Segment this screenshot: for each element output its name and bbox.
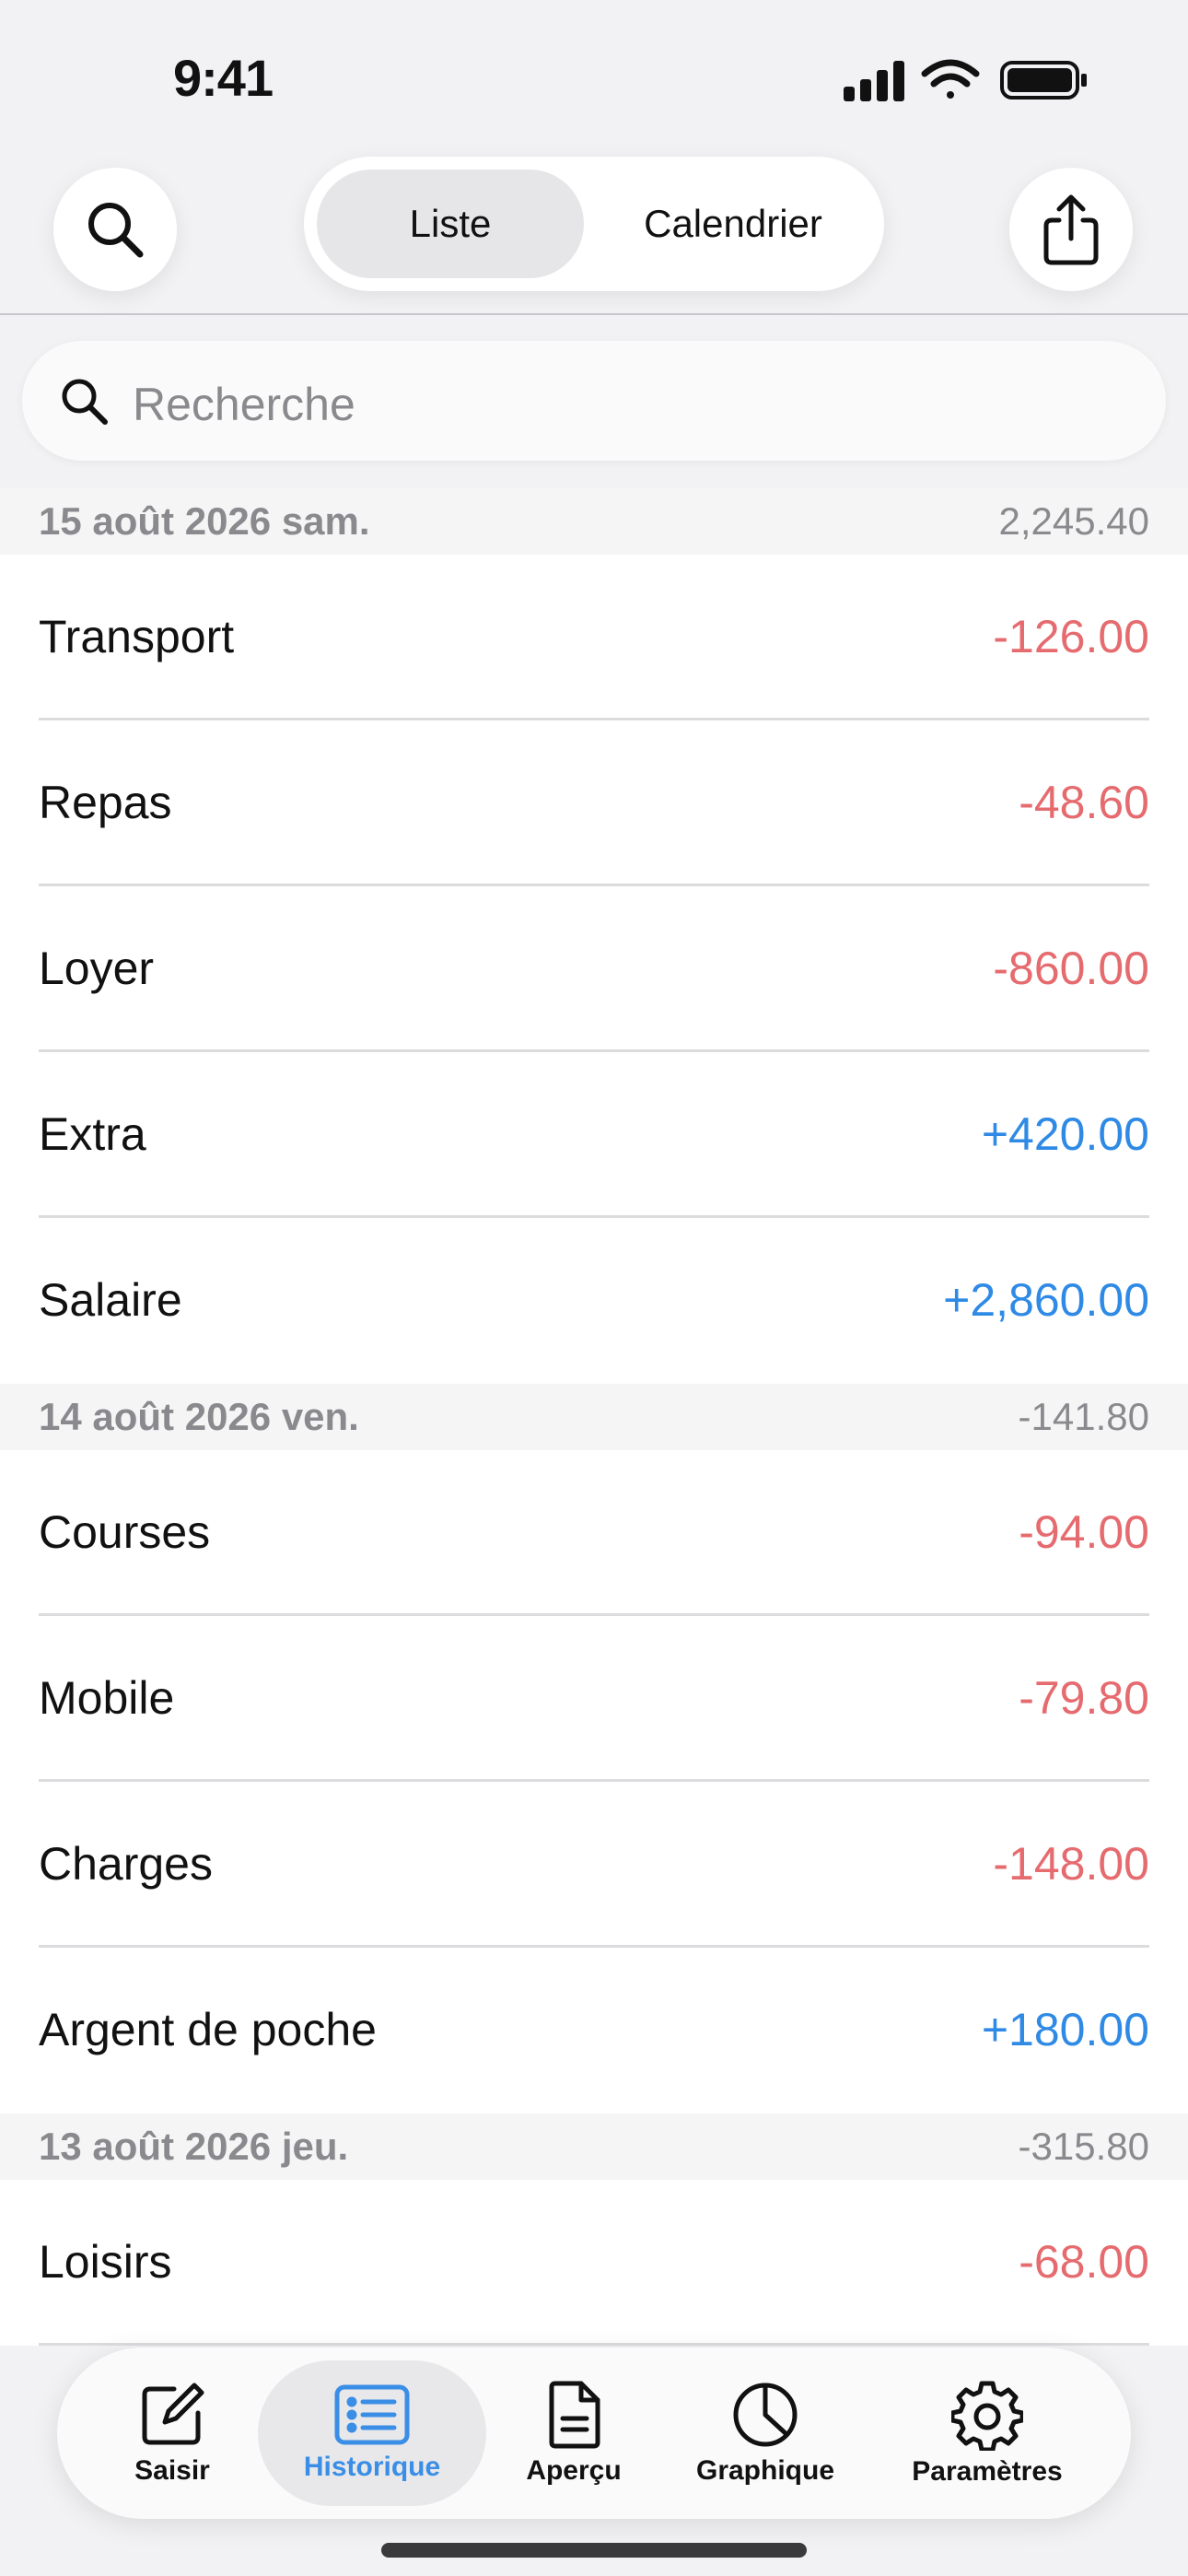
tab-apercu[interactable]: Aperçu	[495, 2360, 652, 2506]
tab-label: Aperçu	[526, 2455, 622, 2486]
section-header: 15 août 2026 sam. 2,245.40	[0, 488, 1188, 555]
tab-label: Paramètres	[912, 2456, 1063, 2487]
section-header: 13 août 2026 jeu. -315.80	[0, 2113, 1188, 2180]
search-icon	[62, 379, 108, 425]
list-item[interactable]: Repas -48.60	[0, 720, 1188, 886]
view-segmented-control: Liste Calendrier	[304, 157, 884, 291]
tab-saisir[interactable]: Saisir	[94, 2360, 250, 2506]
item-category: Extra	[39, 1108, 146, 1160]
item-category: Argent de poche	[39, 2004, 377, 2055]
share-icon	[1043, 194, 1099, 265]
list-item[interactable]: Charges -148.00	[0, 1782, 1188, 1948]
share-button[interactable]	[1009, 168, 1133, 291]
item-amount: -126.00	[993, 611, 1149, 662]
document-icon	[549, 2381, 600, 2449]
list-item[interactable]: Loisirs -68.00	[0, 2180, 1188, 2346]
section-date: 14 août 2026 ven.	[39, 1395, 359, 1438]
item-category: Transport	[39, 611, 235, 662]
search-placeholder: Recherche	[133, 379, 355, 430]
cellular-signal-icon	[844, 61, 904, 101]
item-amount: -94.00	[1019, 1506, 1149, 1558]
item-amount: -68.00	[1019, 2236, 1149, 2288]
item-amount: +420.00	[981, 1108, 1149, 1160]
item-amount: -148.00	[993, 1838, 1149, 1890]
item-amount: +180.00	[981, 2004, 1149, 2055]
transaction-list[interactable]: 15 août 2026 sam. 2,245.40 Transport -12…	[0, 488, 1188, 2346]
list-item[interactable]: Courses -94.00	[0, 1450, 1188, 1616]
status-time: 9:41	[173, 49, 274, 107]
section-total: -141.80	[1018, 1395, 1149, 1438]
item-amount: -48.60	[1019, 777, 1149, 828]
search-button[interactable]	[53, 168, 177, 291]
list-item[interactable]: Loyer -860.00	[0, 886, 1188, 1052]
list-item[interactable]: Mobile -79.80	[0, 1616, 1188, 1782]
segment-label: Liste	[409, 202, 492, 245]
list-item[interactable]: Salaire +2,860.00	[0, 1218, 1188, 1384]
status-bar: 9:41	[0, 0, 1188, 147]
section-date: 15 août 2026 sam.	[39, 499, 370, 543]
status-icons	[844, 59, 1087, 101]
compose-icon	[142, 2383, 204, 2445]
wifi-icon	[921, 59, 980, 99]
item-category: Courses	[39, 1506, 211, 1558]
tab-parametres[interactable]: Paramètres	[877, 2360, 1098, 2506]
list-item[interactable]: Argent de poche +180.00	[0, 1948, 1188, 2113]
tab-label: Graphique	[695, 2455, 834, 2486]
section-header: 14 août 2026 ven. -141.80	[0, 1384, 1188, 1450]
battery-icon	[1000, 61, 1087, 100]
pie-chart-icon	[733, 2383, 798, 2447]
item-category: Loyer	[39, 943, 155, 994]
segment-calendrier[interactable]: Calendrier	[595, 170, 871, 278]
tab-graphique[interactable]: Graphique	[669, 2360, 862, 2506]
item-amount: +2,860.00	[943, 1274, 1149, 1326]
list-item[interactable]: Transport -126.00	[0, 555, 1188, 720]
item-category: Repas	[39, 777, 172, 828]
segment-liste[interactable]: Liste	[317, 170, 584, 278]
section-total: -315.80	[1018, 2125, 1149, 2168]
home-indicator	[381, 2543, 807, 2558]
row-divider	[39, 2343, 1149, 2346]
section-date: 13 août 2026 jeu.	[39, 2125, 349, 2168]
item-amount: -860.00	[993, 943, 1149, 994]
gear-icon	[951, 2381, 1023, 2451]
item-category: Loisirs	[39, 2236, 172, 2288]
nav-bar: Liste Calendrier	[0, 147, 1188, 315]
tab-historique[interactable]: Historique	[258, 2360, 486, 2506]
list-icon	[334, 2384, 410, 2445]
item-category: Charges	[39, 1838, 213, 1890]
segment-label: Calendrier	[644, 202, 822, 245]
tab-label: Saisir	[134, 2455, 210, 2486]
tab-bar: Saisir Historique Aperçu Graphique Param…	[57, 2348, 1131, 2519]
item-category: Mobile	[39, 1672, 175, 1724]
search-icon	[88, 203, 144, 258]
item-amount: -79.80	[1019, 1672, 1149, 1724]
tab-label: Historique	[303, 2452, 441, 2482]
section-total: 2,245.40	[998, 499, 1150, 543]
item-category: Salaire	[39, 1274, 182, 1326]
list-item[interactable]: Extra +420.00	[0, 1052, 1188, 1218]
search-field[interactable]: Recherche	[22, 341, 1166, 461]
